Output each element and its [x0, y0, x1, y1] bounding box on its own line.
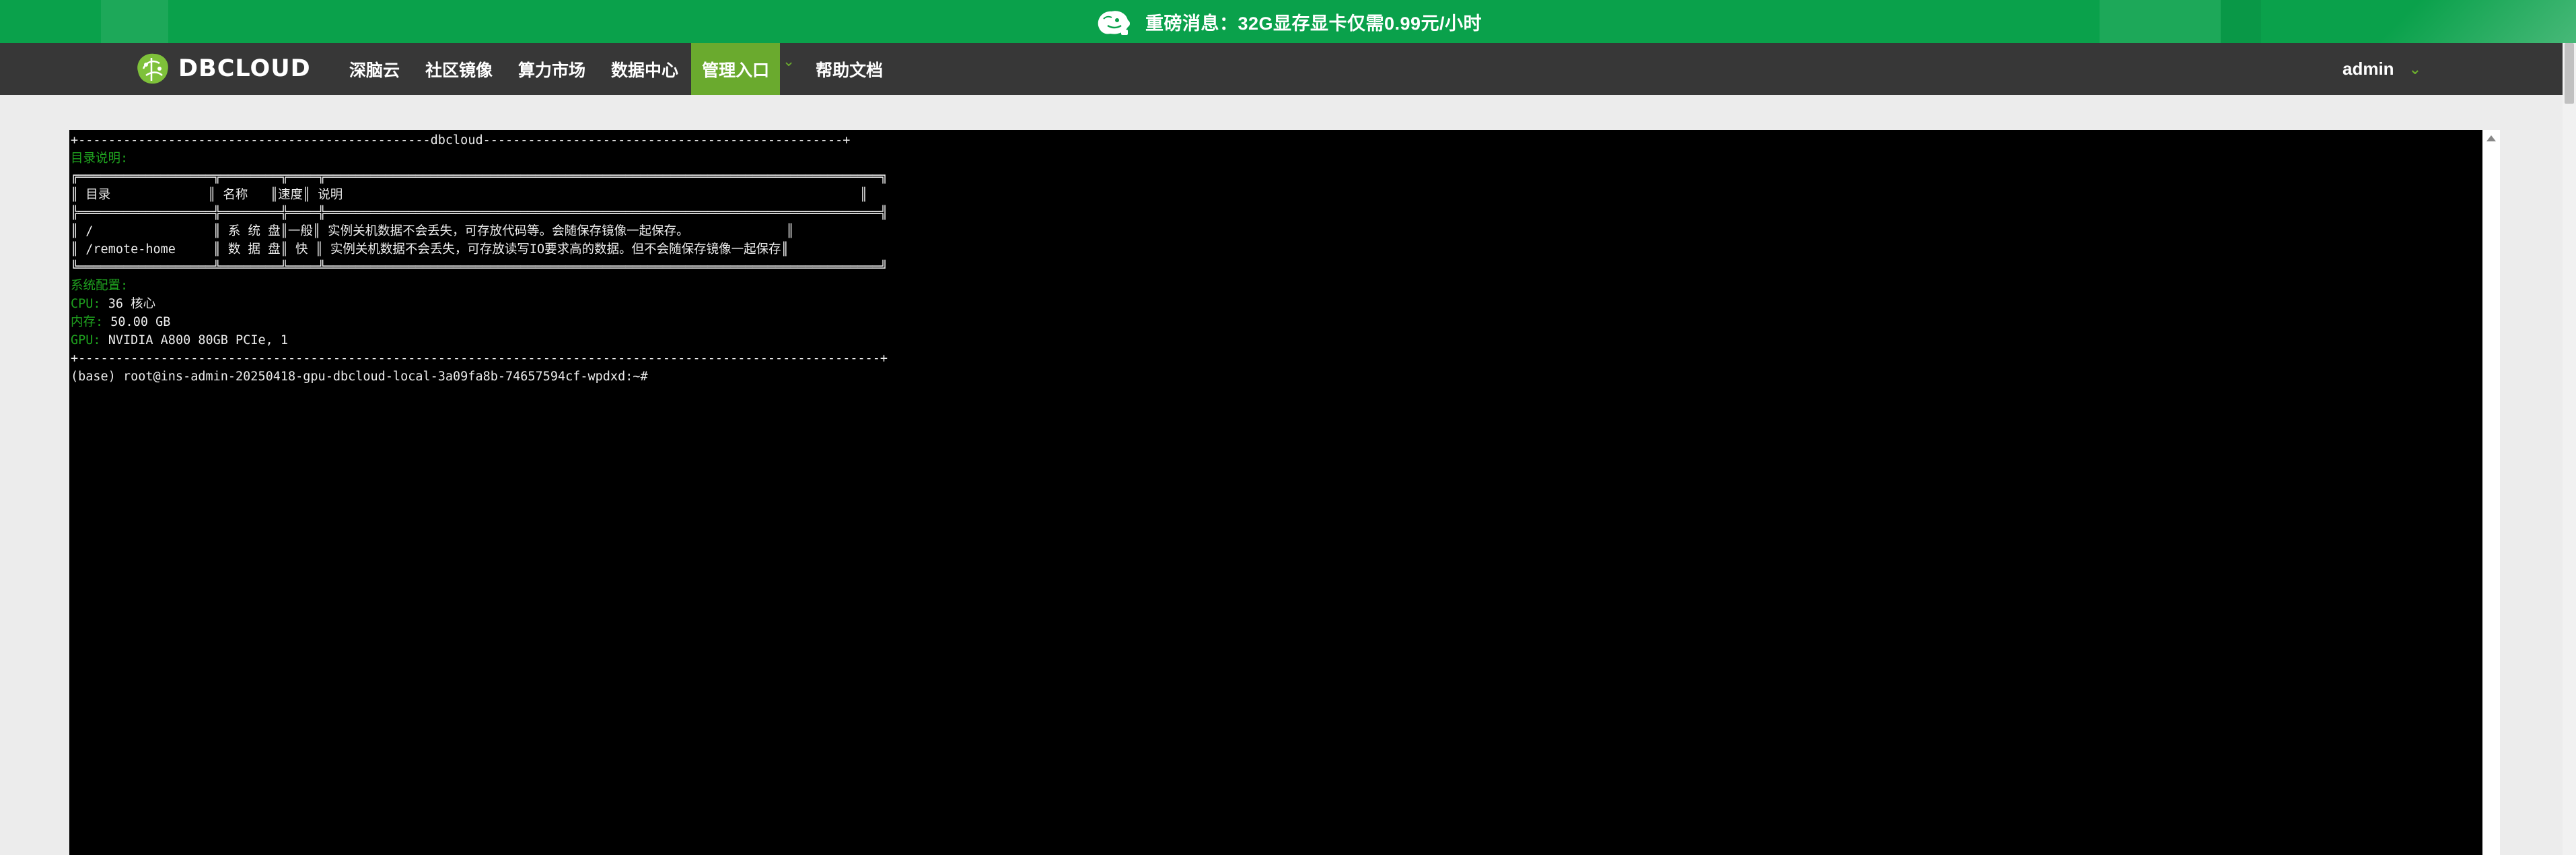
- table-cell: /remote-home: [85, 242, 176, 256]
- top-navbar: DBCLOUD 深脑云 社区镜像 算力市场 数据中心 管理入口 ⌄ 帮助文档 a…: [0, 43, 2563, 95]
- page-scrollbar[interactable]: [2563, 43, 2576, 855]
- scrollbar-thumb[interactable]: [2565, 43, 2574, 104]
- config-value: 50.00 GB: [103, 315, 171, 329]
- logo-text: DBCLOUD: [178, 55, 311, 82]
- config-value: NVIDIA A800 80GB PCIe, 1: [100, 333, 289, 347]
- terminal-scrollbar[interactable]: [2482, 130, 2500, 855]
- banner-message[interactable]: 重磅消息：32G显存显卡仅需0.99元/小时: [1145, 9, 1482, 35]
- dir-heading: 目录说明:: [71, 151, 129, 166]
- table-header: 速度: [277, 188, 303, 202]
- config-label: 内存:: [71, 315, 104, 329]
- nav-item-compute-market[interactable]: 算力市场: [505, 43, 598, 95]
- mascot-icon: [1098, 11, 1130, 35]
- table-cell: 系 统 盘: [227, 224, 281, 238]
- config-label: CPU:: [71, 297, 101, 311]
- nav-item-help-docs[interactable]: 帮助文档: [803, 43, 896, 95]
- table-cell: /: [85, 224, 94, 238]
- scroll-up-arrow-icon[interactable]: [2486, 135, 2496, 141]
- sys-config-heading: 系统配置:: [71, 279, 129, 293]
- table-header: 说明: [318, 188, 343, 202]
- nav-item-shennaoyun[interactable]: 深脑云: [336, 43, 413, 95]
- logo-brain-icon: [137, 53, 168, 84]
- username[interactable]: admin: [2342, 59, 2394, 79]
- config-label: GPU:: [71, 333, 101, 347]
- table-cell: 快: [287, 242, 316, 256]
- chevron-down-icon[interactable]: ⌄: [780, 43, 797, 95]
- table-header: 目录: [85, 188, 111, 202]
- main-nav: 深脑云 社区镜像 算力市场 数据中心 管理入口 ⌄ 帮助文档: [336, 43, 896, 95]
- nav-item-data-center[interactable]: 数据中心: [598, 43, 691, 95]
- terminal-title: dbcloud: [430, 133, 483, 147]
- table-cell: 一般: [287, 224, 313, 238]
- table-header: 名称: [223, 188, 248, 202]
- terminal-output: +---------------------------------------…: [71, 133, 888, 384]
- config-value: 36 核心: [100, 297, 156, 311]
- user-menu[interactable]: admin ⌄: [2342, 43, 2421, 95]
- table-cell: 实例关机数据不会丢失，可存放代码等。会随保存镜像一起保存。: [328, 224, 689, 238]
- web-terminal[interactable]: +---------------------------------------…: [69, 130, 2482, 855]
- nav-item-admin-portal[interactable]: 管理入口: [691, 43, 781, 95]
- nav-item-community-images[interactable]: 社区镜像: [413, 43, 505, 95]
- logo[interactable]: DBCLOUD: [131, 48, 311, 89]
- chevron-down-icon[interactable]: ⌄: [2409, 61, 2421, 78]
- table-cell: 数 据 盘: [227, 242, 281, 256]
- promo-banner[interactable]: 重磅消息：32G显存显卡仅需0.99元/小时: [0, 0, 2576, 43]
- shell-prompt[interactable]: (base) root@ins-admin-20250418-gpu-dbclo…: [71, 370, 648, 384]
- table-cell: 实例关机数据不会丢失，可存放读写IO要求高的数据。但不会随保存镜像一起保存: [330, 242, 781, 256]
